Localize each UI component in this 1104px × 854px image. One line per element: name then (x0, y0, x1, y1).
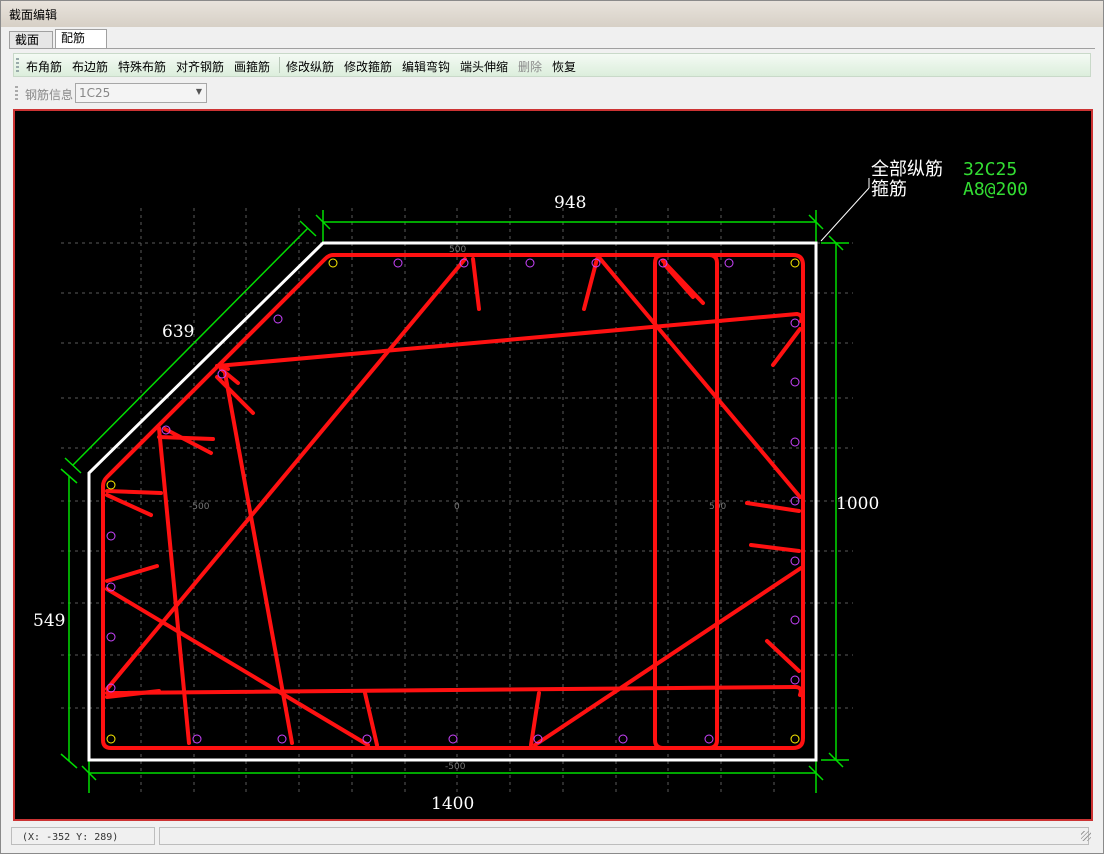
summary-longitudinal-label: 全部纵筋 (871, 159, 943, 180)
tab-section[interactable]: 截面 (9, 31, 53, 48)
dim-bottom-value: 1400 (431, 794, 474, 814)
place-corner-rebar-button[interactable]: 布角筋 (26, 58, 62, 75)
hook-1 (471, 257, 481, 311)
rebar-info-value: 1C25 (79, 86, 111, 100)
rebar-summary: 全部纵筋 32C25 箍筋 A8@200 (871, 159, 1028, 200)
resize-grip-icon[interactable] (1081, 831, 1091, 841)
drawing-canvas[interactable]: 500 -500 0 500 -500 948 639 549 1000 140… (13, 109, 1093, 821)
hook-8 (765, 639, 801, 673)
grid (61, 208, 853, 793)
rebar-info-label: 钢筋信息 (25, 88, 74, 102)
hook-15 (163, 427, 213, 455)
left-inclined-stirrup-a (157, 426, 191, 745)
edit-hook-button[interactable]: 编辑弯钩 (402, 58, 450, 75)
dim-left-value: 549 (33, 611, 65, 631)
hook-5 (771, 327, 802, 367)
dim-slope-value: 639 (162, 322, 194, 342)
hook-9 (105, 489, 163, 495)
toolbar-separator (279, 57, 280, 73)
upper-cross-stirrup (215, 312, 804, 371)
hook-6 (745, 501, 801, 513)
diagonal-stirrup-2 (105, 587, 370, 747)
summary-stirrup-value: A8@200 (963, 179, 1028, 200)
special-rebar-button[interactable]: 特殊布筋 (118, 58, 166, 75)
rebar-info-select[interactable]: 1C25 ▼ (75, 83, 207, 103)
coordinate-panel: (X: -352 Y: 289) (11, 827, 155, 845)
toolbar-grip-icon[interactable] (15, 86, 18, 100)
axis-label-center: 0 (454, 502, 460, 512)
status-message-panel (159, 827, 1089, 845)
diagonal-stirrup-1 (105, 257, 467, 691)
summary-leader-line (820, 187, 870, 242)
hook-11 (105, 564, 159, 583)
modify-longitudinal-button[interactable]: 修改纵筋 (286, 58, 334, 75)
section-editor-window: 截面编辑 截面 配筋 布角筋 布边筋 特殊布筋 对齐钢筋 画箍筋 修改纵筋 修改… (0, 0, 1104, 854)
hook-4 (663, 263, 695, 299)
end-extend-button[interactable]: 端头伸缩 (460, 58, 508, 75)
lower-cross-stirrup (105, 685, 803, 697)
cursor-coordinates: (X: -352 Y: 289) (22, 832, 119, 843)
axis-label-left: -500 (189, 502, 210, 512)
modify-stirrup-button[interactable]: 修改箍筋 (344, 58, 392, 75)
summary-longitudinal-value: 32C25 (963, 159, 1017, 180)
draw-stirrup-button[interactable]: 画箍筋 (234, 58, 270, 75)
place-side-rebar-button[interactable]: 布边筋 (72, 58, 108, 75)
tab-panel-border (9, 48, 1095, 49)
restore-button[interactable]: 恢复 (552, 58, 576, 75)
section-drawing[interactable]: 500 -500 0 500 -500 948 639 549 1000 140… (15, 111, 1091, 819)
chevron-down-icon[interactable]: ▼ (196, 87, 202, 96)
rebar-toolbar: 布角筋 布边筋 特殊布筋 对齐钢筋 画箍筋 修改纵筋 修改箍筋 编辑弯钩 端头伸… (13, 53, 1091, 77)
dim-top-value: 948 (554, 193, 586, 213)
axis-label-bottom: -500 (445, 762, 466, 772)
dim-right-value: 1000 (836, 494, 879, 514)
diagonal-stirrup-4 (595, 253, 802, 499)
hook-12 (105, 646, 143, 691)
delete-button[interactable]: 删除 (518, 58, 542, 75)
left-inclined-stirrup-b (223, 371, 294, 745)
status-bar: (X: -352 Y: 289) (9, 825, 1097, 847)
window-title: 截面编辑 (9, 8, 58, 22)
hook-10 (105, 493, 153, 517)
rebar-info-toolbar: 钢筋信息 1C25 ▼ (13, 80, 1091, 106)
align-rebar-button[interactable]: 对齐钢筋 (176, 58, 224, 75)
summary-stirrup-label: 箍筋 (871, 179, 907, 200)
title-bar[interactable]: 截面编辑 (1, 1, 1103, 27)
hook-19 (529, 691, 541, 747)
toolbar-grip-icon[interactable] (16, 58, 19, 72)
hook-7 (749, 543, 801, 553)
tab-reinforcement[interactable]: 配筋 (55, 29, 107, 48)
